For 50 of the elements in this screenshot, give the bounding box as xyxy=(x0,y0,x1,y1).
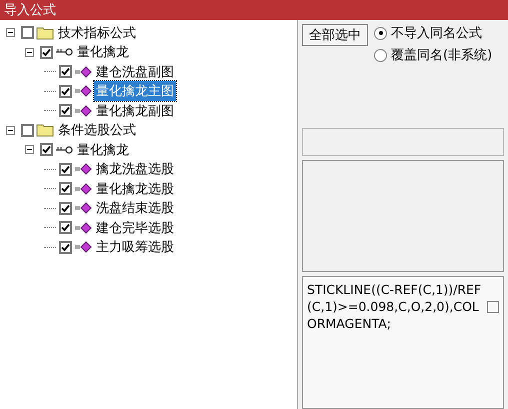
tree-item[interactable]: 主力吸筹选股 xyxy=(94,237,176,258)
folder-icon xyxy=(36,123,54,138)
radio-option[interactable]: 不导入同名公式 xyxy=(374,24,492,42)
checkbox[interactable] xyxy=(40,143,53,156)
checkbox[interactable] xyxy=(59,182,72,196)
tree-item[interactable]: 条件选股公式 xyxy=(56,120,138,140)
formula-icon xyxy=(74,241,92,254)
checkbox[interactable] xyxy=(59,162,72,176)
tree-item[interactable]: 建仓洗盘副图 xyxy=(94,62,176,82)
window-title: 导入公式 xyxy=(4,2,56,19)
folder-icon xyxy=(36,26,54,40)
option-label: 覆盖同名(非系统) xyxy=(391,47,492,64)
tree-item[interactable]: 量化擒龙主图 xyxy=(94,81,176,102)
formula-icon xyxy=(74,163,92,176)
checkbox[interactable] xyxy=(59,240,72,254)
tree-item[interactable]: 量化擒龙选股 xyxy=(94,178,176,199)
select-all-button[interactable]: 全部选中 xyxy=(302,24,368,46)
formula-icon xyxy=(74,66,92,78)
checkbox[interactable] xyxy=(59,202,72,215)
checkbox[interactable] xyxy=(59,221,72,234)
formula-icon xyxy=(74,85,92,98)
radio-option[interactable]: 覆盖同名(非系统) xyxy=(374,46,492,64)
checkbox[interactable] xyxy=(21,124,34,137)
collapse-icon[interactable] xyxy=(6,28,18,38)
tree-item[interactable]: 洗盘结束选股 xyxy=(94,198,176,218)
checkbox[interactable] xyxy=(40,46,53,59)
formula-text: STICKLINE((C-REF(C,1))/REF(C,1)>=0.098,C,O,2,0),COLORMAGENTA; xyxy=(307,281,482,333)
tree-item[interactable]: 量化擒龙 xyxy=(75,42,131,62)
formula-icon xyxy=(74,222,92,234)
formula-icon xyxy=(74,182,92,195)
tree-item[interactable]: 建仓完毕选股 xyxy=(94,218,176,238)
tree-item[interactable]: 量化擒龙 xyxy=(75,140,131,160)
collapse-icon[interactable] xyxy=(6,126,18,135)
collapse-icon[interactable] xyxy=(25,145,37,154)
tree-item[interactable]: 技术指标公式 xyxy=(56,22,138,43)
key-icon xyxy=(55,144,73,155)
scroll-box-icon xyxy=(487,301,499,313)
collapse-icon[interactable] xyxy=(25,48,37,57)
tree-item[interactable]: 量化擒龙副图 xyxy=(94,100,176,121)
tree-item[interactable]: 擒龙洗盘选股 xyxy=(94,159,176,180)
formula-icon xyxy=(74,202,92,214)
checkbox[interactable] xyxy=(59,104,72,118)
formula-icon xyxy=(74,104,92,117)
radio-button[interactable] xyxy=(374,48,387,62)
checkbox[interactable] xyxy=(21,26,34,40)
checkbox[interactable] xyxy=(59,84,72,98)
radio-button[interactable] xyxy=(374,26,387,40)
key-icon xyxy=(55,47,73,58)
checkbox[interactable] xyxy=(59,65,72,78)
option-label: 不导入同名公式 xyxy=(391,25,482,42)
